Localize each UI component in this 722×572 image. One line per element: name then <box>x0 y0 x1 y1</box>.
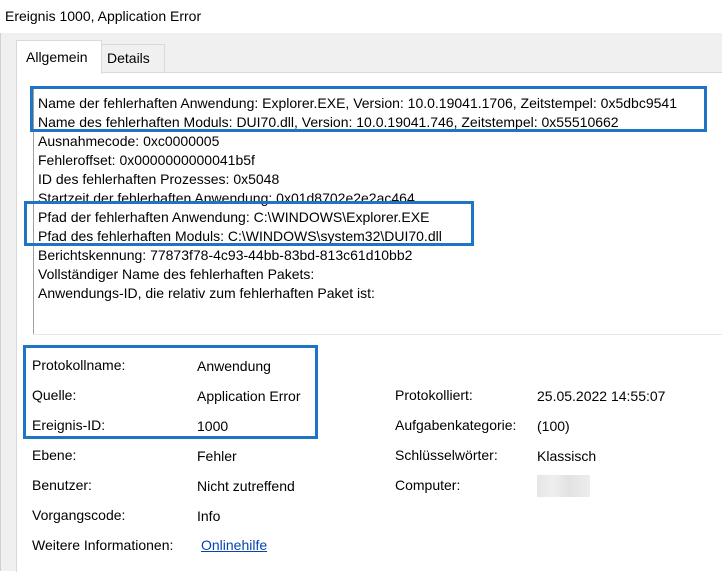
highlight-app-module-box <box>30 86 707 132</box>
tab-details[interactable]: Details <box>100 44 165 73</box>
opcode-label: Vorgangscode: <box>32 507 126 523</box>
title-bar: Ereignis 1000, Application Error <box>0 0 722 34</box>
source-label: Quelle: <box>32 387 77 403</box>
description-line: Berichtskennung: 77873f78-4c93-44bb-83bd… <box>38 247 413 263</box>
event-id-value: 1000 <box>197 418 229 434</box>
user-label: Benutzer: <box>32 477 92 493</box>
source-value: Application Error <box>197 388 301 404</box>
user-value: Nicht zutreffend <box>197 478 295 494</box>
keywords-value: Klassisch <box>537 448 597 464</box>
highlight-path-box <box>24 201 474 246</box>
window-title: Ereignis 1000, Application Error <box>5 8 202 24</box>
more-info-label: Weitere Informationen: <box>32 537 174 553</box>
task-category-label: Aufgabenkategorie: <box>395 417 517 433</box>
level-label: Ebene: <box>32 447 77 463</box>
computer-value-redacted <box>537 475 590 497</box>
logged-value: 25.05.2022 14:55:07 <box>537 388 666 404</box>
task-category-value: (100) <box>537 418 570 434</box>
tab-general-label: Allgemein <box>26 49 88 65</box>
description-divider <box>33 334 722 335</box>
description-line: Vollständiger Name des fehlerhaften Pake… <box>38 266 315 282</box>
tab-general[interactable]: Allgemein <box>16 40 102 74</box>
description-line: Fehleroffset: 0x0000000000041b5f <box>38 152 255 168</box>
opcode-value: Info <box>197 508 221 524</box>
computer-label: Computer: <box>395 477 461 493</box>
log-name-label: Protokollname: <box>32 357 126 373</box>
online-help-link[interactable]: Onlinehilfe <box>201 537 267 553</box>
tab-details-label: Details <box>107 50 150 66</box>
description-line: Anwendungs-ID, die relativ zum fehlerhaf… <box>38 285 375 301</box>
level-value: Fehler <box>197 448 237 464</box>
logged-label: Protokolliert: <box>395 387 473 403</box>
event-id-label: Ereignis-ID: <box>32 417 106 433</box>
log-name-value: Anwendung <box>197 358 271 374</box>
description-line: ID des fehlerhaften Prozesses: 0x5048 <box>38 171 280 187</box>
keywords-label: Schlüsselwörter: <box>395 447 498 463</box>
description-line: Ausnahmecode: 0xc0000005 <box>38 133 220 149</box>
